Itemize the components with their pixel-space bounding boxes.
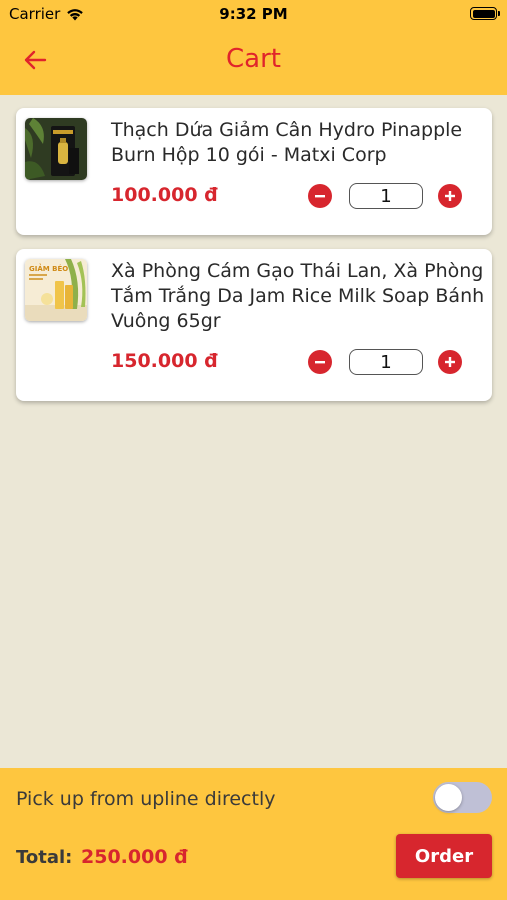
- checkout-panel: Pick up from upline directly Total: 250.…: [0, 768, 507, 900]
- pickup-label: Pick up from upline directly: [16, 788, 276, 810]
- product-name[interactable]: Thạch Dứa Giảm Cân Hydro Pinapple Burn H…: [111, 118, 486, 168]
- increase-quantity-button[interactable]: [438, 184, 462, 208]
- order-button[interactable]: Order: [396, 834, 492, 878]
- status-time: 9:32 PM: [219, 5, 288, 23]
- product-thumbnail[interactable]: GIẢM BÉO: [25, 259, 87, 321]
- product-price: 100.000 đ: [111, 184, 218, 206]
- total-amount: 250.000 đ: [81, 846, 188, 868]
- plus-icon: [445, 357, 455, 367]
- product-price: 150.000 đ: [111, 350, 218, 372]
- quantity-input[interactable]: [349, 183, 423, 209]
- increase-quantity-button[interactable]: [438, 350, 462, 374]
- quantity-input[interactable]: [349, 349, 423, 375]
- quantity-stepper: [308, 183, 462, 209]
- page-title: Cart: [226, 44, 281, 74]
- total-label: Total:: [16, 847, 73, 868]
- thumbnail-text: GIẢM BÉO: [29, 263, 68, 273]
- quantity-stepper: [308, 349, 462, 375]
- decrease-quantity-button[interactable]: [308, 350, 332, 374]
- cart-item-card: GIẢM BÉO Xà Phòng Cám Gạo Thái Lan, Xà P…: [16, 249, 492, 401]
- minus-icon: [315, 361, 325, 364]
- decrease-quantity-button[interactable]: [308, 184, 332, 208]
- product-name[interactable]: Xà Phòng Cám Gạo Thái Lan, Xà Phòng Tắm …: [111, 259, 486, 334]
- status-bar: Carrier 9:32 PM: [0, 0, 507, 28]
- top-bar: Carrier 9:32 PM Cart: [0, 0, 507, 95]
- cart-item-card: Thạch Dứa Giảm Cân Hydro Pinapple Burn H…: [16, 108, 492, 235]
- battery-icon: [470, 7, 500, 20]
- toggle-knob: [435, 784, 462, 811]
- product-thumbnail[interactable]: [25, 118, 87, 180]
- minus-icon: [315, 195, 325, 198]
- plus-icon: [445, 191, 455, 201]
- pickup-toggle[interactable]: [433, 782, 492, 813]
